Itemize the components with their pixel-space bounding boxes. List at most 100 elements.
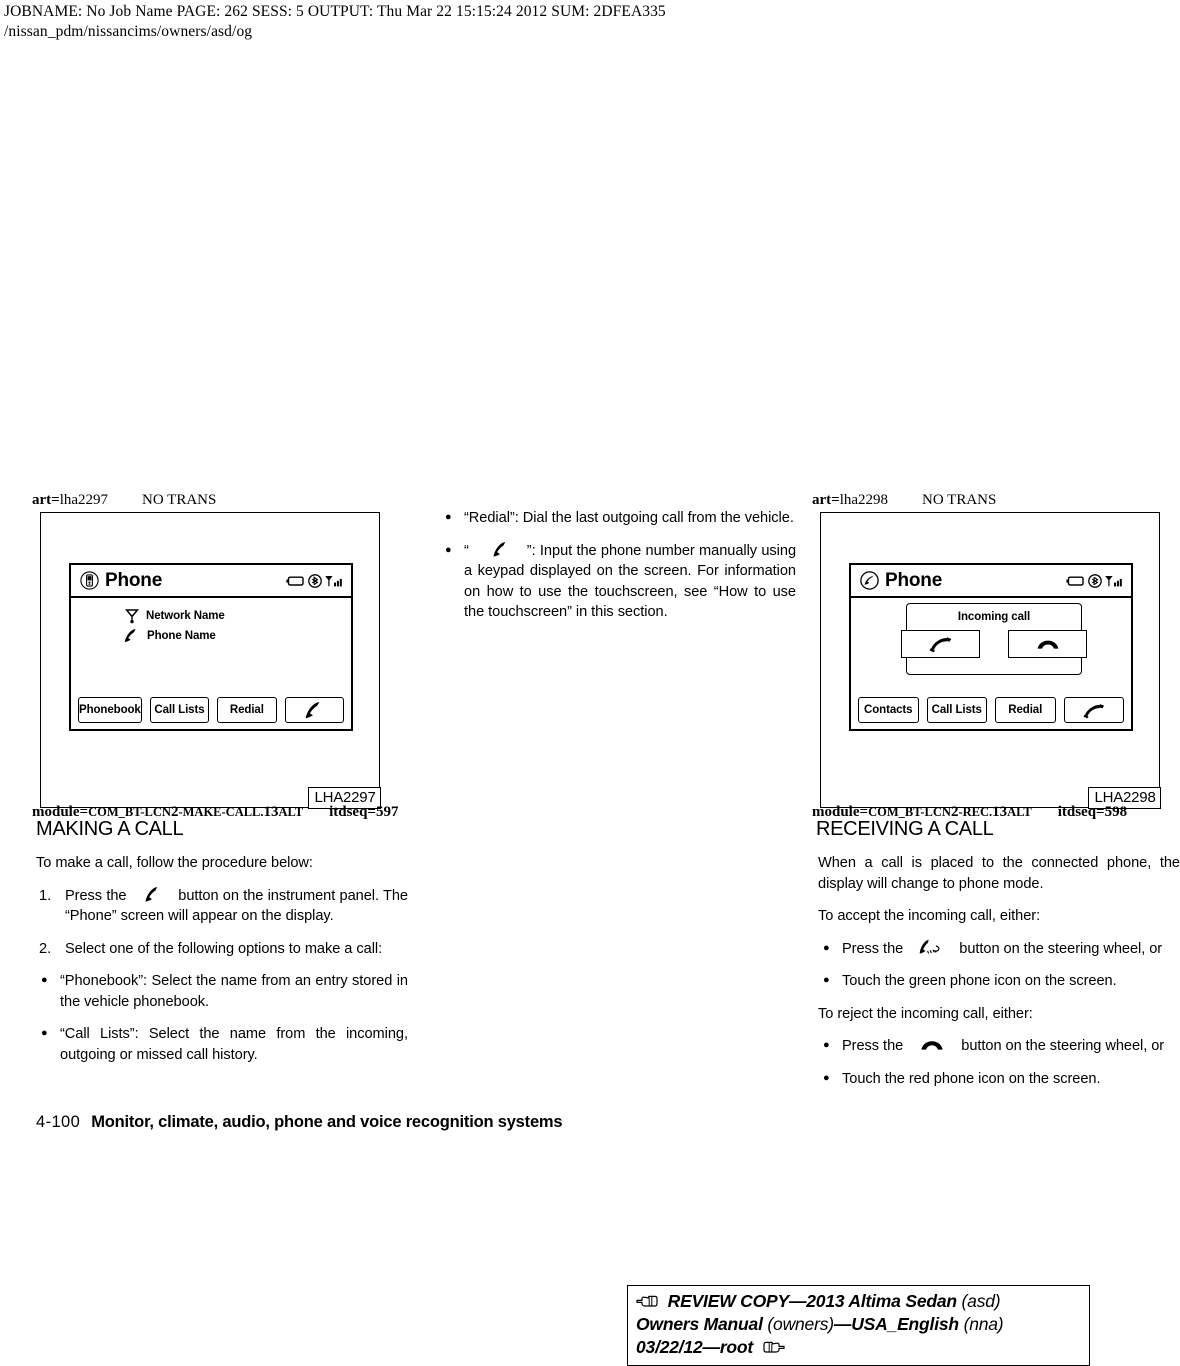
left-softkey-bar: Phonebook Call Lists Redial xyxy=(78,697,344,723)
accept-bullet-text-before: Press the xyxy=(842,940,904,957)
right-art-label: art=lha2298 NO TRANS xyxy=(812,492,996,509)
signal-bars-icon xyxy=(1104,574,1124,588)
bullet-phonebook: “Phonebook”: Select the name from an ent… xyxy=(36,970,408,1012)
step-1-number: 1. xyxy=(39,887,52,904)
bullet-keypad-input: “ ”: Input the phone number manually usi… xyxy=(440,540,797,623)
bluetooth-icon xyxy=(308,573,322,588)
review-line-1-bold: REVIEW COPY—2013 Altima Sedan xyxy=(667,1291,957,1311)
print-job-header: JOBNAME: No Job Name PAGE: 262 SESS: 5 O… xyxy=(4,2,666,42)
review-line-2-bold-b: —USA_English xyxy=(833,1314,959,1334)
accept-call-button[interactable] xyxy=(901,630,980,658)
left-module-rev: 13 xyxy=(263,804,279,820)
phone-name-label: Phone Name xyxy=(147,630,216,642)
softkey-call-lists[interactable]: Call Lists xyxy=(926,697,987,723)
reject-call-button[interactable] xyxy=(1008,630,1087,658)
right-module-seq: itdseq=598 xyxy=(1057,804,1128,820)
right-module-alt: ALT xyxy=(1007,805,1032,819)
right-art-id: lha2298 xyxy=(839,492,889,508)
handset-circle-icon xyxy=(860,571,879,590)
right-softkey-bar: Contacts Call Lists Redial xyxy=(858,697,1124,723)
review-line-3-text: 03/22/12—root xyxy=(636,1337,754,1357)
phone-name-row: Phone Name xyxy=(123,628,216,644)
right-figure-frame: Phone Incoming call Contacts Call Lists … xyxy=(820,512,1161,809)
bullet-touch-red-icon: Touch the red phone icon on the screen. xyxy=(818,1068,1180,1090)
middle-column-text: “Redial”: Dial the last outgoing call fr… xyxy=(440,507,797,635)
pointing-hand-right-icon xyxy=(636,1294,658,1309)
handset-icon xyxy=(303,701,325,719)
review-copy-box: REVIEW COPY—2013 Altima Sedan (asd) Owne… xyxy=(627,1285,1090,1366)
network-name-row: Network Name xyxy=(125,608,225,624)
softkey-accept-call[interactable] xyxy=(1063,697,1124,723)
review-line-2: Owners Manual (owners)—USA_English (nna) xyxy=(636,1313,1081,1336)
left-module-mid: -MAKE-CALL. xyxy=(178,805,264,819)
accept-call-icon xyxy=(928,635,954,653)
incoming-call-title: Incoming call xyxy=(957,611,1031,623)
softkey-contacts[interactable]: Contacts xyxy=(858,697,919,723)
softkey-dial-keypad[interactable] xyxy=(284,697,344,723)
right-module-mid: -REC. xyxy=(958,805,993,819)
softkey-call-lists[interactable]: Call Lists xyxy=(149,697,210,723)
bullet-call-lists: “Call Lists”: Select the name from the i… xyxy=(36,1023,408,1065)
softkey-redial[interactable]: Redial xyxy=(217,697,277,723)
right-screen-body: Incoming call Contacts Call Lists Redial xyxy=(851,598,1131,729)
step-2-text: Select one of the following options to m… xyxy=(65,940,383,957)
left-figure-frame: Phone Network Name Phone Name Phonebook … xyxy=(40,512,381,809)
right-status-icons xyxy=(1066,573,1124,588)
page-footer: 4-100 Monitor, climate, audio, phone and … xyxy=(36,1113,563,1132)
antenna-icon xyxy=(125,608,139,624)
page-footer-title: Monitor, climate, audio, phone and voice… xyxy=(91,1113,563,1131)
review-line-3: 03/22/12—root xyxy=(636,1336,1081,1359)
job-header-line1: JOBNAME: No Job Name PAGE: 262 SESS: 5 O… xyxy=(4,3,666,20)
reject-bullet-text-after: button on the steering wheel, or xyxy=(961,1038,1165,1054)
bluetooth-icon xyxy=(1088,573,1102,588)
accept-lead: To accept the incoming call, either: xyxy=(818,908,1041,924)
right-column-text: When a call is placed to the connected p… xyxy=(818,853,1180,1101)
right-art-prefix: art= xyxy=(812,492,840,508)
bullet-reject-steering-button: Press the button on the steering wheel, … xyxy=(818,1035,1180,1057)
right-module-name: COM_BT-LCN xyxy=(868,805,951,819)
left-status-icons xyxy=(286,573,344,588)
page-number: 4-100 xyxy=(36,1113,81,1131)
reject-lead: To reject the incoming call, either: xyxy=(818,1005,1033,1022)
left-art-label: art=lha2297 NO TRANS xyxy=(32,492,216,509)
network-name-label: Network Name xyxy=(146,610,225,622)
handset-icon xyxy=(123,628,140,644)
step-2: 2. Select one of the following options t… xyxy=(36,939,408,960)
incoming-call-buttons xyxy=(901,630,1087,658)
right-art-trans: NO TRANS xyxy=(922,492,997,508)
softkey-phonebook[interactable]: Phonebook xyxy=(78,697,142,723)
step-2-number: 2. xyxy=(39,940,52,957)
reject-call-icon xyxy=(1035,636,1061,652)
incoming-call-dialog: Incoming call xyxy=(901,603,1087,675)
review-line-1: REVIEW COPY—2013 Altima Sedan (asd) xyxy=(636,1290,1081,1313)
bullet-keypad-text: ”: Input the phone number manually using… xyxy=(464,542,797,621)
right-screen-title: Phone xyxy=(885,569,943,591)
receiving-a-call-intro: When a call is placed to the connected p… xyxy=(818,855,1180,892)
battery-icon xyxy=(1066,574,1086,588)
left-art-prefix: art= xyxy=(32,492,60,508)
left-screen-body: Network Name Phone Name Phonebook Call L… xyxy=(71,598,351,729)
steering-accept-icon xyxy=(919,939,943,956)
left-module-seq: itdseq=597 xyxy=(329,804,399,820)
softkey-redial[interactable]: Redial xyxy=(995,697,1056,723)
right-screen-titlebar: Phone xyxy=(851,565,1131,598)
handset-icon xyxy=(143,886,162,903)
step-1-text-before: Press the xyxy=(65,887,127,904)
right-module-rev: 13 xyxy=(992,804,1008,820)
review-line-2-reg-a: (owners) xyxy=(767,1314,834,1334)
mobile-phone-circle-icon xyxy=(80,571,99,590)
left-art-id: lha2297 xyxy=(59,492,109,508)
section-heading-making-a-call: MAKING A CALL xyxy=(36,818,184,840)
left-screen-titlebar: Phone xyxy=(71,565,351,598)
signal-bars-icon xyxy=(324,574,344,588)
reject-bullet-text-before: Press the xyxy=(842,1038,904,1054)
battery-icon xyxy=(286,574,306,588)
section-heading-receiving-a-call: RECEIVING A CALL xyxy=(816,818,994,840)
reject-call-icon xyxy=(919,1038,945,1052)
step-1: 1. Press the button on the instrument pa… xyxy=(36,886,408,927)
bullet-touch-green-icon: Touch the green phone icon on the screen… xyxy=(818,970,1180,992)
review-line-2-reg-b: (nna) xyxy=(963,1314,1004,1334)
making-a-call-intro: To make a call, follow the procedure bel… xyxy=(36,855,313,871)
bullet-redial: “Redial”: Dial the last outgoing call fr… xyxy=(440,507,796,529)
right-phone-screen: Phone Incoming call Contacts Call Lists … xyxy=(849,563,1133,731)
